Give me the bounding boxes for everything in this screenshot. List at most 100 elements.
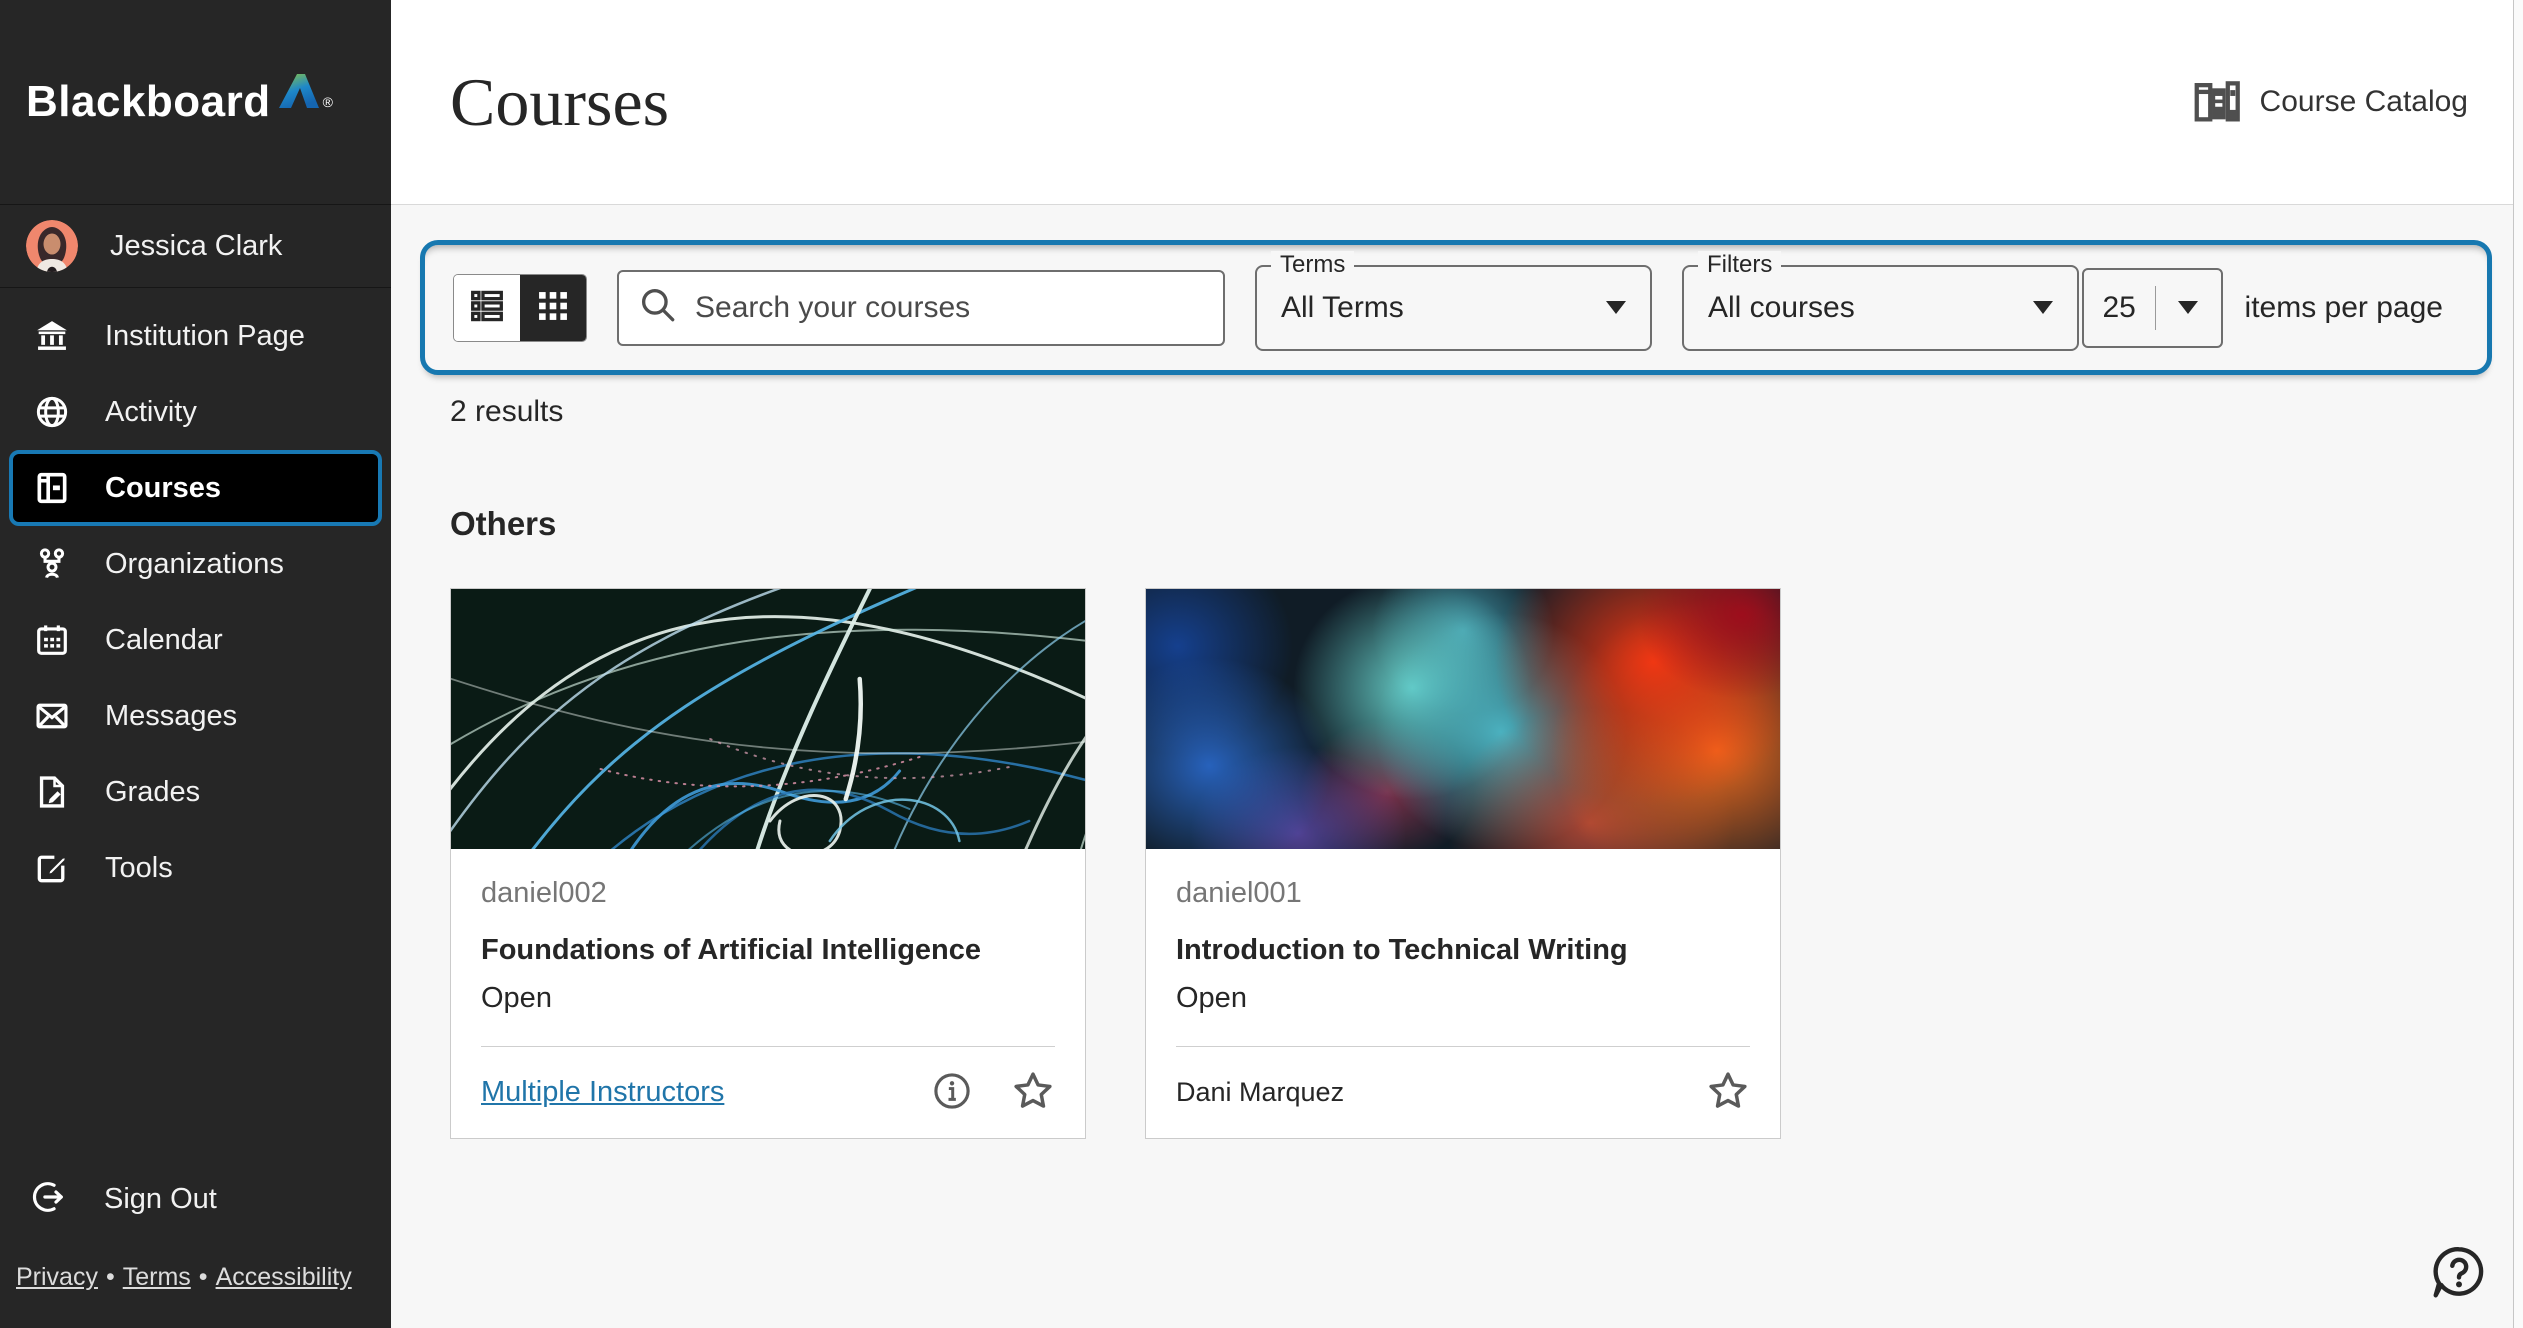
sidebar-item-calendar[interactable]: Calendar — [0, 602, 391, 678]
help-button[interactable] — [2428, 1241, 2490, 1306]
course-status: Open — [1176, 982, 1247, 1014]
terms-select-label: Terms — [1271, 250, 1355, 279]
favorite-button[interactable] — [1706, 1069, 1750, 1116]
sidebar-item-label: Messages — [105, 699, 238, 732]
instructor-name: Dani Marquez — [1176, 1077, 1345, 1107]
course-title[interactable]: Introduction to Technical Writing — [1176, 934, 1750, 967]
filters-select-label: Filters — [1698, 250, 1782, 279]
page-header: Courses Course Catalog — [391, 0, 2523, 205]
courses-journal-icon — [33, 469, 71, 507]
separator: • — [105, 1263, 115, 1291]
star-icon — [1011, 1069, 1055, 1116]
activity-globe-icon — [33, 393, 71, 431]
course-card-footer: Dani Marquez — [1146, 1047, 1780, 1138]
course-card-body: daniel002 Foundations of Artificial Inte… — [451, 849, 1085, 1047]
sidebar-item-organizations[interactable]: Organizations — [0, 526, 391, 602]
courses-content: Terms All Terms Filters All courses 25 — [391, 205, 2523, 1328]
scrollbar-track[interactable] — [2513, 0, 2523, 1328]
app-window: Blackboard ® Jessica Clark Institution P… — [0, 0, 2523, 1328]
terms-link[interactable]: Terms — [123, 1263, 191, 1291]
chevron-down-icon — [2033, 301, 2053, 314]
list-view-button[interactable] — [454, 274, 520, 341]
avatar — [26, 220, 78, 272]
logo-text: Blackboard — [26, 77, 271, 126]
page-title: Courses — [450, 63, 670, 140]
sidebar-item-label: Activity — [105, 395, 197, 428]
accessibility-link[interactable]: Accessibility — [216, 1263, 352, 1291]
legal-links: Privacy • Terms • Accessibility — [0, 1237, 391, 1328]
terms-select-value: All Terms — [1281, 290, 1404, 324]
institution-icon — [33, 317, 71, 355]
page-size-value: 25 — [2102, 290, 2136, 324]
terms-select[interactable]: Terms All Terms — [1255, 250, 1652, 351]
sidebar-item-grades[interactable]: Grades — [0, 754, 391, 830]
filters-select-value: All courses — [1708, 290, 1855, 324]
sidebar-item-label: Courses — [105, 471, 222, 504]
sidebar-item-label: Calendar — [105, 623, 223, 656]
sidebar-item-activity[interactable]: Activity — [0, 374, 391, 450]
separator: • — [198, 1263, 208, 1291]
grid-view-icon — [531, 284, 575, 331]
filters-select[interactable]: Filters All courses — [1682, 250, 2079, 351]
items-per-page-label: items per page — [2244, 290, 2443, 324]
course-code: daniel001 — [1176, 877, 1302, 909]
search-input[interactable] — [695, 290, 1205, 325]
favorite-button[interactable] — [1011, 1069, 1055, 1116]
course-status: Open — [481, 982, 552, 1014]
sidebar-bottom: Sign Out Privacy • Terms • Accessibility — [0, 1161, 391, 1328]
course-catalog-button[interactable]: Course Catalog — [2190, 73, 2468, 132]
results-count: 2 results — [450, 395, 564, 428]
sidebar-nav: Institution Page Activity Courses Organi… — [0, 288, 391, 906]
main-area: Courses Course Catalog Search your cours… — [391, 0, 2523, 1328]
search-icon — [637, 284, 679, 331]
sidebar-item-label: Organizations — [105, 547, 284, 580]
multiple-instructors-link[interactable]: Multiple Instructors — [481, 1076, 724, 1109]
list-view-icon — [465, 284, 509, 331]
registered-mark: ® — [322, 94, 333, 110]
chevron-down-icon — [2178, 301, 2199, 314]
sidebar-item-label: Institution Page — [105, 319, 305, 352]
sidebar-item-label: Grades — [105, 775, 201, 808]
organizations-icon — [33, 545, 71, 583]
sign-out-button[interactable]: Sign Out — [0, 1161, 391, 1237]
course-card-list: daniel002 Foundations of Artificial Inte… — [450, 588, 2523, 1139]
course-info-button[interactable] — [931, 1070, 973, 1115]
course-code: daniel002 — [481, 877, 607, 909]
sidebar-item-messages[interactable]: Messages — [0, 678, 391, 754]
page-size-select[interactable]: 25 — [2081, 267, 2223, 348]
sign-out-label: Sign Out — [104, 1182, 217, 1215]
filter-bar: Terms All Terms Filters All courses 25 — [420, 240, 2492, 375]
user-name: Jessica Clark — [110, 229, 283, 262]
question-bubble-icon — [2428, 1247, 2490, 1306]
course-title[interactable]: Foundations of Artificial Intelligence — [481, 934, 1055, 967]
calendar-icon — [33, 621, 71, 659]
course-catalog-label: Course Catalog — [2259, 85, 2468, 118]
course-image-light-trails — [451, 589, 1085, 849]
group-title: Others — [450, 505, 557, 542]
grades-icon — [33, 773, 71, 811]
chevron-down-icon — [1606, 301, 1626, 314]
info-icon — [931, 1070, 973, 1115]
tools-pencil-icon — [33, 849, 71, 887]
sidebar-item-tools[interactable]: Tools — [0, 830, 391, 906]
grid-view-button[interactable] — [520, 274, 586, 341]
items-per-page: 25 items per page — [2081, 267, 2443, 348]
sidebar-item-label: Tools — [105, 851, 173, 884]
view-toggle — [453, 273, 587, 342]
blackboard-arrow-icon — [277, 72, 321, 115]
course-card[interactable]: daniel002 Foundations of Artificial Inte… — [450, 588, 1086, 1139]
sidebar: Blackboard ® Jessica Clark Institution P… — [0, 0, 391, 1328]
star-icon — [1706, 1069, 1750, 1116]
course-card[interactable]: daniel001 Introduction to Technical Writ… — [1145, 588, 1781, 1139]
course-catalog-books-icon — [2190, 73, 2244, 132]
logo: Blackboard ® — [0, 0, 391, 205]
sidebar-user[interactable]: Jessica Clark — [0, 205, 391, 288]
course-card-body: daniel001 Introduction to Technical Writ… — [1146, 849, 1780, 1047]
course-image-ink-water — [1146, 589, 1780, 849]
sidebar-item-courses[interactable]: Courses — [9, 450, 382, 526]
privacy-link[interactable]: Privacy — [16, 1263, 98, 1291]
messages-envelope-icon — [33, 697, 71, 735]
sign-out-icon — [30, 1178, 68, 1221]
sidebar-item-institution-page[interactable]: Institution Page — [0, 298, 391, 374]
course-search — [617, 269, 1225, 346]
